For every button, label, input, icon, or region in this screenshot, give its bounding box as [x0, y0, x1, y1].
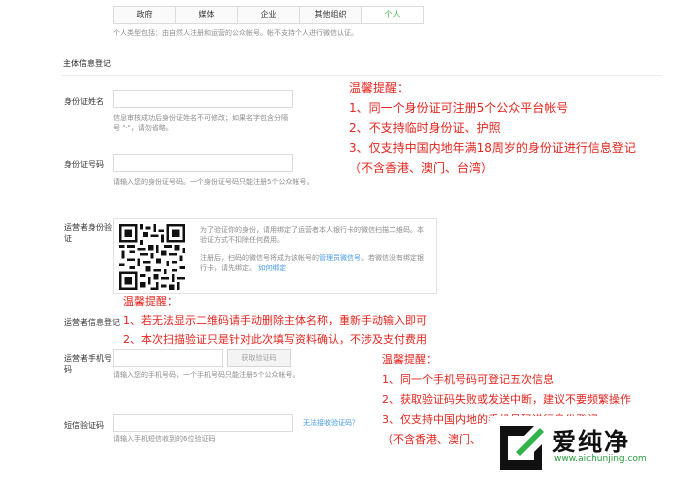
section-title: 主体信息登记 [63, 59, 111, 68]
subject-type-tabs: 政府 媒体 企业 其他组织 个人 [113, 6, 424, 24]
warning-id-line3: 3、仅支持中国内地年满18周岁的身份证进行信息登记 [349, 141, 636, 155]
section-divider [62, 75, 662, 76]
watermark-logo: 爱纯净 www.aichunjing.com [490, 416, 676, 478]
type-description: 个人类型包括：由自然人注册和运营的公众帐号。帐不支持个人进行微信认证。 [113, 29, 358, 37]
qr-code[interactable] [119, 224, 185, 290]
id-number-hint: 请输入您的身份证号码。一个身份证号码只能注册5个公众帐号。 [113, 178, 314, 186]
id-name-label: 身份证姓名 [64, 97, 104, 106]
qr-instruction-1: 为了验证你的身份，请用绑定了运营者本人银行卡的微信扫描二维码。本验证方式不扣除任… [200, 226, 424, 244]
logo-url: www.aichunjing.com [554, 454, 647, 464]
sms-code-hint: 请输入手机短信收到的6位验证码 [113, 435, 216, 443]
warning-id-line1: 1、同一个身份证可注册5个公众平台帐号 [349, 101, 569, 115]
warning-qr-line2: 2、本次扫描验证只是针对此次填写资料确认，不涉及支付费用 [123, 333, 427, 346]
tab-enterprise[interactable]: 企业 [237, 6, 300, 24]
warning-id: 温馨提醒： 1、同一个身份证可注册5个公众平台帐号 2、不支持临时身份证、护照 … [349, 78, 636, 178]
warning-phone-title: 温馨提醒： [382, 353, 437, 366]
id-number-label: 身份证号码 [64, 160, 104, 169]
phone-label: 运营者手机号码 [64, 354, 112, 374]
warning-qr-line1: 1、若无法显示二维码请手动删除主体名称，重新手动输入即可 [123, 314, 427, 327]
warning-qr: 温馨提醒： 1、若无法显示二维码请手动删除主体名称，重新手动输入即可 2、本次扫… [123, 292, 427, 349]
how-to-bind-link[interactable]: 如何绑定 [258, 264, 286, 272]
operator-info-label: 运营者信息登记 [64, 318, 120, 327]
warning-qr-title: 温馨提醒： [123, 295, 178, 308]
id-name-hint: 信息审核成功后身份证姓名不可修改；如果名字包含分隔号 "·"，请勿省略。 [113, 114, 288, 132]
phone-hint: 请输入您的手机号码，一个手机号码只能注册5个公众帐号。 [113, 371, 300, 379]
no-code-link[interactable]: 无法接收验证码？ [303, 418, 359, 428]
logo-text: 爱纯净 [552, 428, 630, 456]
qr-instruction-2a: 注册后，扫码的微信号将成为该帐号的 [200, 254, 319, 262]
warning-id-title: 温馨提醒： [349, 81, 410, 95]
warning-phone-line2: 2、获取验证码失败或发送中断，建议不要频繁操作 [382, 393, 631, 406]
qr-instruction-2: 注册后，扫码的微信号将成为该帐号的管理员微信号。若微信没有绑定银行卡，请先绑定。… [200, 253, 430, 273]
operator-verify-label: 运营者身份验证 [64, 223, 112, 243]
warning-id-line2: 2、不支持临时身份证、护照 [349, 121, 501, 135]
id-name-input[interactable] [113, 90, 293, 108]
tab-other-org[interactable]: 其他组织 [299, 6, 362, 24]
qr-instructions: 为了验证你的身份，请用绑定了运营者本人银行卡的微信扫描二维码。本验证方式不扣除任… [200, 225, 430, 273]
get-code-button[interactable]: 获取验证码 [227, 349, 291, 367]
warning-id-line4: （不含香港、澳门、台湾） [349, 161, 494, 175]
admin-wechat-link[interactable]: 管理员微信号 [319, 254, 361, 262]
tab-individual[interactable]: 个人 [361, 6, 424, 24]
id-number-input[interactable] [113, 154, 293, 172]
phone-input[interactable] [113, 349, 223, 367]
warning-phone-line1: 1、同一个手机号码可登记五次信息 [382, 373, 554, 386]
sms-code-label: 短信验证码 [64, 421, 104, 430]
sms-code-input[interactable] [113, 414, 293, 432]
qr-verify-box: 为了验证你的身份，请用绑定了运营者本人银行卡的微信扫描二维码。本验证方式不扣除任… [113, 218, 437, 294]
tab-media[interactable]: 媒体 [175, 6, 238, 24]
logo-mark-icon [500, 426, 544, 470]
tab-government[interactable]: 政府 [113, 6, 176, 24]
